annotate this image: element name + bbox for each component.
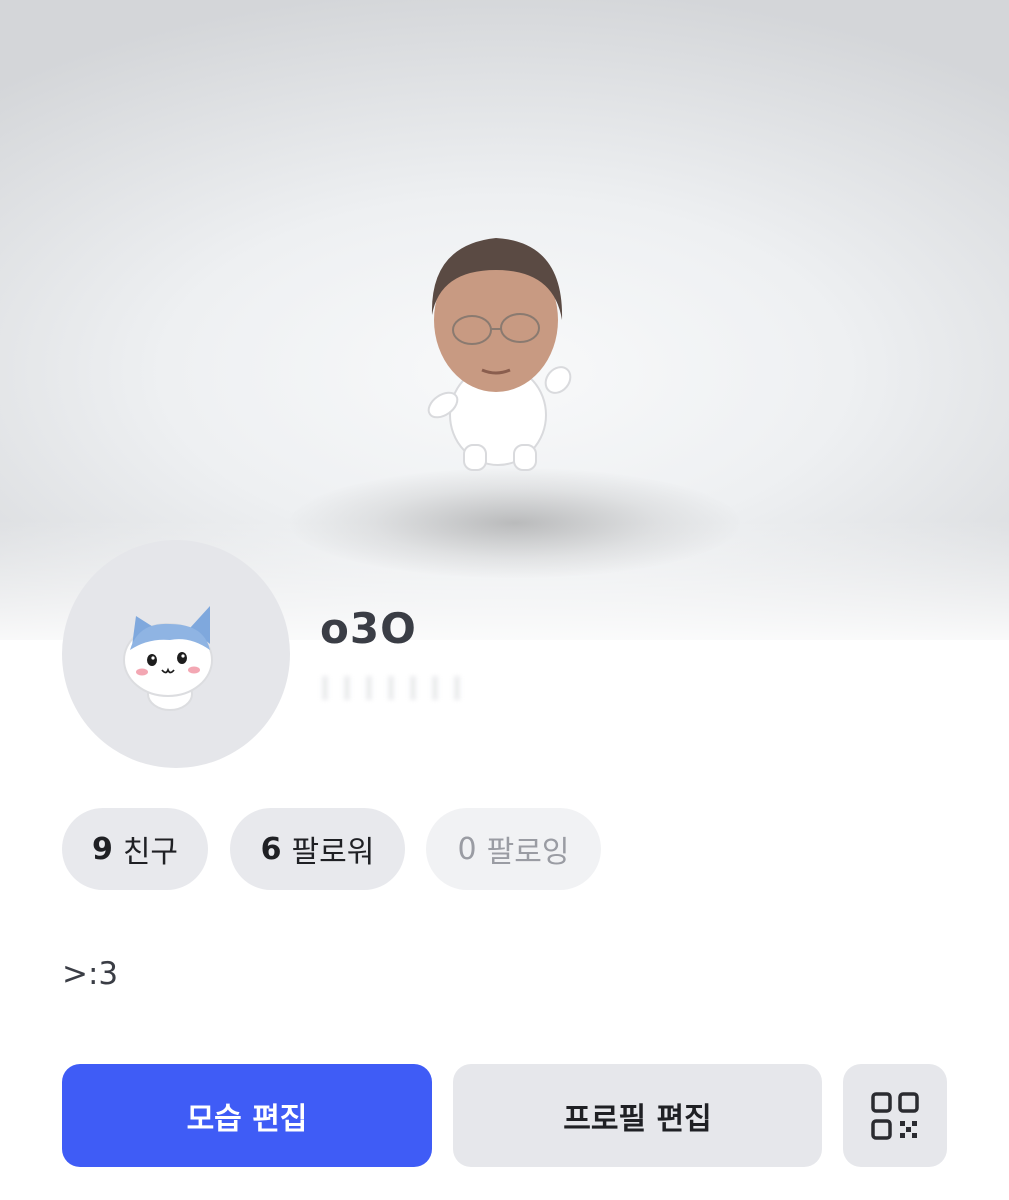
profile-bio: >:3 (62, 956, 119, 992)
edit-appearance-button[interactable]: 모습 편집 (62, 1064, 432, 1167)
cat-character-icon (123, 606, 213, 711)
followers-label: 팔로워 (291, 835, 375, 870)
friends-count: 9 (91, 831, 113, 867)
username: o3O (320, 604, 417, 653)
avatar-3d[interactable] (418, 230, 578, 480)
profile-avatar[interactable] (62, 540, 290, 768)
friends-label: 친구 (122, 835, 179, 870)
following-label: 팔로잉 (486, 835, 570, 870)
following-count: 0 (457, 831, 477, 867)
edit-profile-button[interactable]: 프로필 편집 (453, 1064, 822, 1167)
qr-code-button[interactable] (843, 1064, 947, 1167)
friends-stat[interactable]: 9 친구 (62, 808, 208, 890)
handle-redacted (322, 676, 462, 700)
avatar-shadow (290, 468, 740, 578)
qr-code-icon (871, 1091, 919, 1140)
followers-count: 6 (260, 831, 282, 867)
followers-stat[interactable]: 6 팔로워 (230, 808, 405, 890)
following-stat[interactable]: 0 팔로잉 (426, 808, 601, 890)
